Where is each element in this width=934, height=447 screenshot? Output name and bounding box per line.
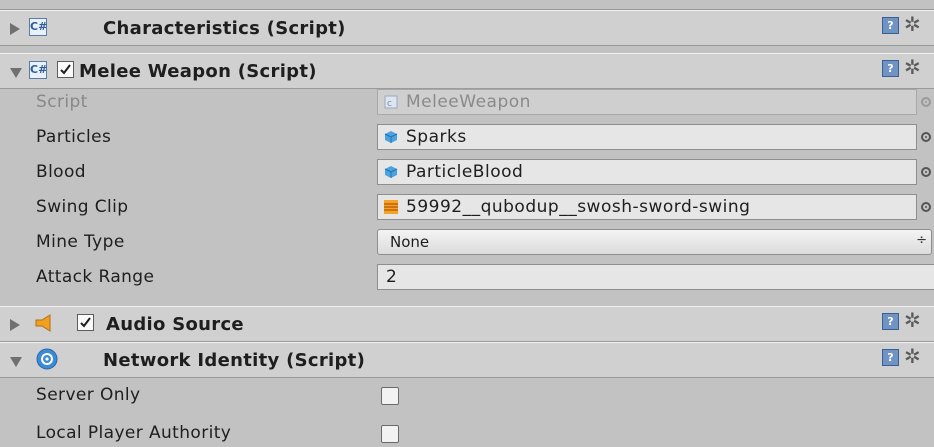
property-row-mine-type: Mine Type None ÷ (0, 225, 934, 260)
svg-text:c: c (387, 99, 392, 109)
swing-clip-field[interactable]: 59992__qubodup__swosh-sword-swing (377, 194, 917, 220)
component-header-characteristics[interactable]: C# Characteristics (Script) ? ✲ (0, 10, 934, 46)
attack-range-input[interactable]: 2 (377, 264, 934, 290)
checkmark-icon (60, 64, 71, 75)
foldout-arrow-icon[interactable] (10, 357, 22, 367)
foldout-arrow-icon[interactable] (10, 68, 22, 78)
csharp-script-icon: C# (29, 18, 47, 36)
property-label: Attack Range (36, 267, 155, 287)
object-picker-icon[interactable] (921, 167, 931, 177)
particles-field[interactable]: Sparks (377, 124, 917, 150)
gear-icon[interactable]: ✲ (904, 14, 921, 34)
property-label: Mine Type (36, 232, 125, 252)
top-separator (0, 0, 934, 10)
help-icon[interactable]: ? (882, 60, 899, 77)
component-header-audio-source[interactable]: Audio Source ? ✲ (0, 306, 934, 342)
object-picker-icon (921, 97, 931, 107)
component-title: Melee Weapon (Script) (79, 61, 317, 82)
enabled-checkbox[interactable] (77, 314, 94, 331)
object-picker-icon[interactable] (921, 202, 931, 212)
server-only-checkbox[interactable] (381, 387, 399, 405)
gear-icon[interactable]: ✲ (904, 57, 921, 77)
audio-clip-icon (384, 200, 398, 214)
component-header-melee-weapon[interactable]: C# Melee Weapon (Script) ? ✲ (0, 53, 934, 89)
foldout-arrow-icon[interactable] (10, 319, 20, 331)
field-value: MeleeWeapon (406, 92, 531, 112)
help-icon[interactable]: ? (882, 17, 899, 34)
prefab-cube-icon (384, 131, 398, 143)
property-row-server-only: Server Only (0, 380, 934, 415)
prefab-cube-icon (384, 166, 398, 178)
script-field: c MeleeWeapon (377, 89, 917, 115)
field-value: ParticleBlood (406, 162, 524, 182)
component-header-network-identity[interactable]: Network Identity (Script) ? ✲ (0, 342, 934, 378)
component-title: Network Identity (Script) (103, 350, 366, 371)
script-asset-icon: c (384, 95, 398, 109)
property-row-script: Script c MeleeWeapon (0, 85, 934, 120)
blood-field[interactable]: ParticleBlood (377, 159, 917, 185)
dropdown-arrows-icon: ÷ (916, 233, 927, 248)
local-player-authority-checkbox[interactable] (381, 425, 399, 443)
component-title: Characteristics (Script) (103, 18, 346, 39)
checkmark-icon (80, 317, 91, 328)
enabled-checkbox[interactable] (57, 61, 74, 78)
dropdown-value: None (390, 233, 430, 251)
mine-type-dropdown[interactable]: None ÷ (377, 229, 932, 255)
component-title: Audio Source (106, 314, 244, 335)
csharp-script-icon: C# (29, 61, 47, 79)
speaker-icon (35, 314, 51, 332)
property-label: Server Only (36, 385, 141, 405)
property-label: Blood (36, 162, 86, 182)
network-identity-icon (36, 348, 58, 370)
property-label: Script (36, 92, 88, 112)
help-icon[interactable]: ? (882, 313, 899, 330)
property-row-local-player-authority: Local Player Authority (0, 412, 934, 447)
field-value: 59992__qubodup__swosh-sword-swing (406, 197, 751, 217)
gear-icon[interactable]: ✲ (904, 346, 921, 366)
foldout-arrow-icon[interactable] (10, 23, 20, 35)
object-picker-icon[interactable] (921, 132, 931, 142)
field-value: Sparks (406, 127, 467, 147)
help-icon[interactable]: ? (882, 349, 899, 366)
gear-icon[interactable]: ✲ (904, 310, 921, 330)
property-label: Local Player Authority (36, 423, 232, 443)
property-row-particles: Particles Sparks (0, 120, 934, 155)
property-row-blood: Blood ParticleBlood (0, 155, 934, 190)
property-row-attack-range: Attack Range 2 (0, 260, 934, 295)
property-label: Particles (36, 127, 112, 147)
property-row-swing-clip: Swing Clip 59992__qubodup__swosh-sword-s… (0, 190, 934, 225)
property-label: Swing Clip (36, 197, 129, 217)
